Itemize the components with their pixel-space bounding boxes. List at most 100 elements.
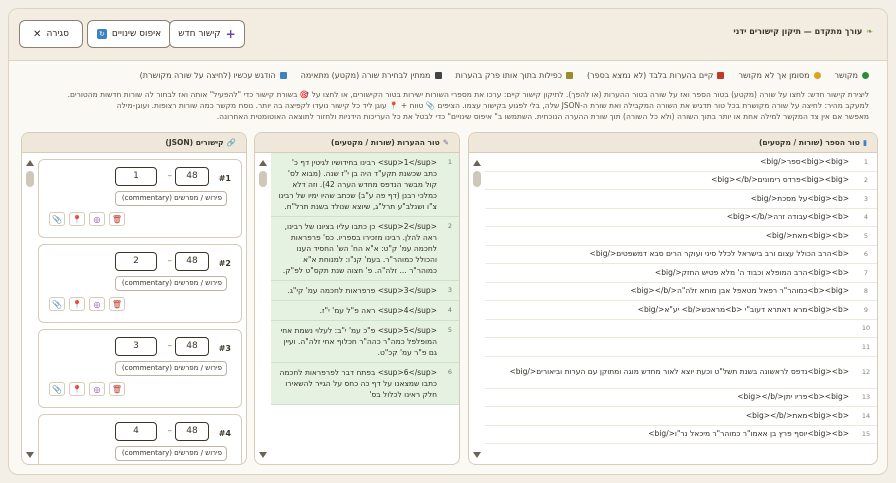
link-card: #2 48–2 פירוש / מפרשים (commentary) 📎 📍 ◎ 🗑 <box>38 244 242 323</box>
row-text: <b>הרב הכולל עצום ורב בישראל לכלל סיני ו… <box>589 249 849 259</box>
source-rows: 1 <big><big>ספר</big> 2 <big><big>פרדס רימו… <box>485 153 877 444</box>
to-line-input[interactable]: 1 <box>115 167 157 186</box>
source-row[interactable]: 6 <b>הרב הכולל עצום ורב בישראל לכלל סיני … <box>485 246 877 264</box>
link-index: #4 <box>218 429 231 438</box>
source-row[interactable]: 3 <big><b>על מסכת</big> <box>485 190 877 209</box>
attach-icon[interactable]: 📎 <box>49 382 65 396</box>
legend-label: הודגש עכשיו (לחיצה על שורה מקושרת) <box>139 71 276 80</box>
links-panel-title: קישורים (JSON) <box>165 138 224 147</box>
row-text: <sup>4</sup> ראה פ"ל עמ' י"ז. <box>319 306 437 315</box>
legend-label: מסומן אך לא מקושר <box>738 71 810 80</box>
from-line-input[interactable]: 48 <box>175 167 209 186</box>
attach-icon[interactable]: 📎 <box>49 212 65 226</box>
instructions-line-1: ליצירת קישור חדש: לחצו על שורה (מקטע) בט… <box>67 90 869 99</box>
row-number: 4 <box>447 306 453 314</box>
link-cards: #1 48–1 פירוש / מפרשים (commentary) 📎 📍 ◎ 🗑 #2 4… <box>38 153 242 464</box>
scroll-down-icon[interactable] <box>473 452 481 458</box>
row-number: 2 <box>863 176 869 185</box>
note-row[interactable]: 5 <sup>5</sup> פ"כ עמ' י"ב: לעלוי נשמת אח… <box>271 321 459 363</box>
row-number: 2 <box>447 222 453 230</box>
source-row[interactable]: 10 <box>485 320 877 338</box>
row-text: <big><b>יוסף פרץ בן אאמו"ר כמוהר"ר מיכאל… <box>648 429 849 439</box>
row-text: <big><b>הרב המופלא וכבוד ה' מלא פטיש החז… <box>654 267 849 277</box>
source-row[interactable]: 9 <big><b>מרא דאתרא דעוב"י <b>מראכש</b> י… <box>485 301 877 320</box>
pin-icon[interactable]: 📍 <box>69 297 85 311</box>
link-type-select[interactable]: פירוש / מפרשים (commentary) <box>115 446 227 461</box>
row-text: <b><big>פריו יתן</big></b> <box>737 392 849 402</box>
target-icon[interactable]: ◎ <box>89 382 105 396</box>
from-line-input[interactable]: 48 <box>175 337 209 356</box>
legend-label: ממתין לבחירת שורה (מקטע) מתאימה <box>300 71 431 80</box>
legend-swatch-icon <box>566 72 573 79</box>
links-panel: 🔗קישורים (JSON) #1 48–1 פירוש / מפרשים (co… <box>21 132 247 465</box>
to-line-input[interactable]: 4 <box>115 422 157 441</box>
source-row[interactable]: 15 <big><b>יוסף פרץ בן אאמו"ר כמוהר"ר מיכ… <box>485 426 877 444</box>
instructions-line-3: מאפשר אם אין צד המקשר למילה אחת או יותר … <box>216 112 869 121</box>
row-text: <big><b>מרא דאתרא דעוב"י <b>מראכש</b> יע… <box>637 304 849 314</box>
delete-icon[interactable]: 🗑 <box>109 297 125 311</box>
note-row[interactable]: 6 <sup>6</sup> בפתח דבר לפרפראות לחכמה כת… <box>271 363 459 405</box>
link-card: #448–4פירוש / מפרשים (commentary)📎📍◎🗑 <box>38 414 242 464</box>
source-row[interactable]: 4 <big><b>עבודה זרה</big></b> <box>485 209 877 227</box>
from-line-input[interactable]: 48 <box>175 422 209 441</box>
source-row[interactable]: 2 <big><big>פרדס רימונים</big></b> <box>485 172 877 190</box>
delete-icon[interactable]: 🗑 <box>109 212 125 226</box>
scroll-down-icon[interactable] <box>26 452 34 458</box>
note-row[interactable]: 3 <sup>3</sup> פרפראות לחכמה עמ' קי"ג. <box>271 281 459 301</box>
source-row[interactable]: 12 <big><b>נדפס לראשונה בשנת תשל"ט וכעת י… <box>485 357 877 389</box>
target-icon[interactable]: ◎ <box>89 297 105 311</box>
target-icon[interactable]: ◎ <box>89 212 105 226</box>
pin-icon[interactable]: 📍 <box>69 382 85 396</box>
new-link-button[interactable]: + קישור חדש <box>169 20 245 48</box>
scrollbar-thumb[interactable] <box>26 171 34 187</box>
scroll-up-icon[interactable] <box>26 160 34 166</box>
source-row[interactable]: 13 <b><big>פריו יתן</big></b> <box>485 389 877 407</box>
row-text: <big><b>על מסכת</big> <box>750 193 849 203</box>
scroll-up-icon[interactable] <box>473 160 481 166</box>
to-line-input[interactable]: 2 <box>115 252 157 271</box>
row-number: 1 <box>863 157 869 166</box>
note-row[interactable]: 2 <sup>2</sup> כן כתבו עליו בציונו של רבי… <box>271 217 459 281</box>
source-row[interactable]: 7 <big><b>הרב המופלא וכבוד ה' מלא פטיש הח… <box>485 264 877 283</box>
legend-swatch-icon <box>434 72 442 79</box>
save-icon: ↻ <box>96 29 107 39</box>
legend-swatch-icon <box>862 72 869 79</box>
to-line-input[interactable]: 3 <box>115 337 157 356</box>
legend-label: כפילות בתוך אותו פרק בהערות <box>455 71 563 80</box>
source-row[interactable]: 8 <b><big>כמוהר"ר רפאל מטאפל אבן מוחא זלה… <box>485 283 877 301</box>
row-text: <sup>2</sup> כן כתבו עליו בציונו של רבינ… <box>282 222 437 275</box>
link-type-select[interactable]: פירוש / מפרשים (commentary) <box>115 191 227 206</box>
close-button[interactable]: סגירה ✕ <box>19 20 83 48</box>
row-text: <sup>3</sup> פרפראות לחכמה עמ' קי"ג. <box>287 286 437 295</box>
legend-item: מקושר <box>835 71 869 80</box>
note-row[interactable]: 4 <sup>4</sup> ראה פ"ל עמ' י"ז. <box>271 301 459 321</box>
source-row[interactable]: 1 <big><big>ספר</big> <box>485 153 877 172</box>
source-row[interactable]: 5 <big><b>מאת</big> <box>485 227 877 246</box>
row-text: <big><b>נדפס לראשונה בשנת תשל"ט וכעת יוצ… <box>509 367 849 376</box>
scrollbar-thumb[interactable] <box>259 171 267 187</box>
page-title: ❧עורך מתקדם — תיקון קישורים ידני <box>733 27 873 36</box>
note-row[interactable]: 1 <sup>1</sup> רבינו בחידושיו לגיטין דף כ… <box>271 153 459 217</box>
source-panel: ▮טור הספר (שורות / מקטעים) 1 <big><big>ספ… <box>468 132 878 465</box>
scroll-up-icon[interactable] <box>259 160 267 166</box>
scrollbar-thumb[interactable] <box>473 171 481 187</box>
from-line-input[interactable]: 48 <box>175 252 209 271</box>
link-actions: 📎 📍 ◎ 🗑 <box>49 382 125 396</box>
row-text: <sup>5</sup> פ"כ עמ' י"ב: לעלוי נשמת אחי… <box>280 326 437 357</box>
source-row[interactable]: 11 <box>485 338 877 357</box>
reset-button[interactable]: איפוס שינויים ↻ <box>87 20 171 48</box>
link-type-select[interactable]: פירוש / מפרשים (commentary) <box>115 361 227 376</box>
attach-icon[interactable]: 📎 <box>49 297 65 311</box>
new-link-label: קישור חדש <box>178 29 221 39</box>
delete-icon[interactable]: 🗑 <box>109 382 125 396</box>
link-type-select[interactable]: פירוש / מפרשים (commentary) <box>115 276 227 291</box>
source-row[interactable]: 14 <big><b>מאת</big></b> <box>485 407 877 426</box>
legend-swatch-icon <box>279 72 287 79</box>
editor-window: ❧עורך מתקדם — תיקון קישורים ידני סגירה ✕… <box>8 8 888 475</box>
scroll-down-icon[interactable] <box>259 452 267 458</box>
leaf-icon: ❧ <box>866 27 873 36</box>
pin-icon[interactable]: 📍 <box>69 212 85 226</box>
notes-panel-header: ✎טור ההערות (שורות / מקטעים) <box>255 133 459 153</box>
legend-label: קיים בהערות בלבד (לא נמצא בספר) <box>587 71 714 80</box>
legend-item: קיים בהערות בלבד (לא נמצא בספר) <box>587 71 725 80</box>
